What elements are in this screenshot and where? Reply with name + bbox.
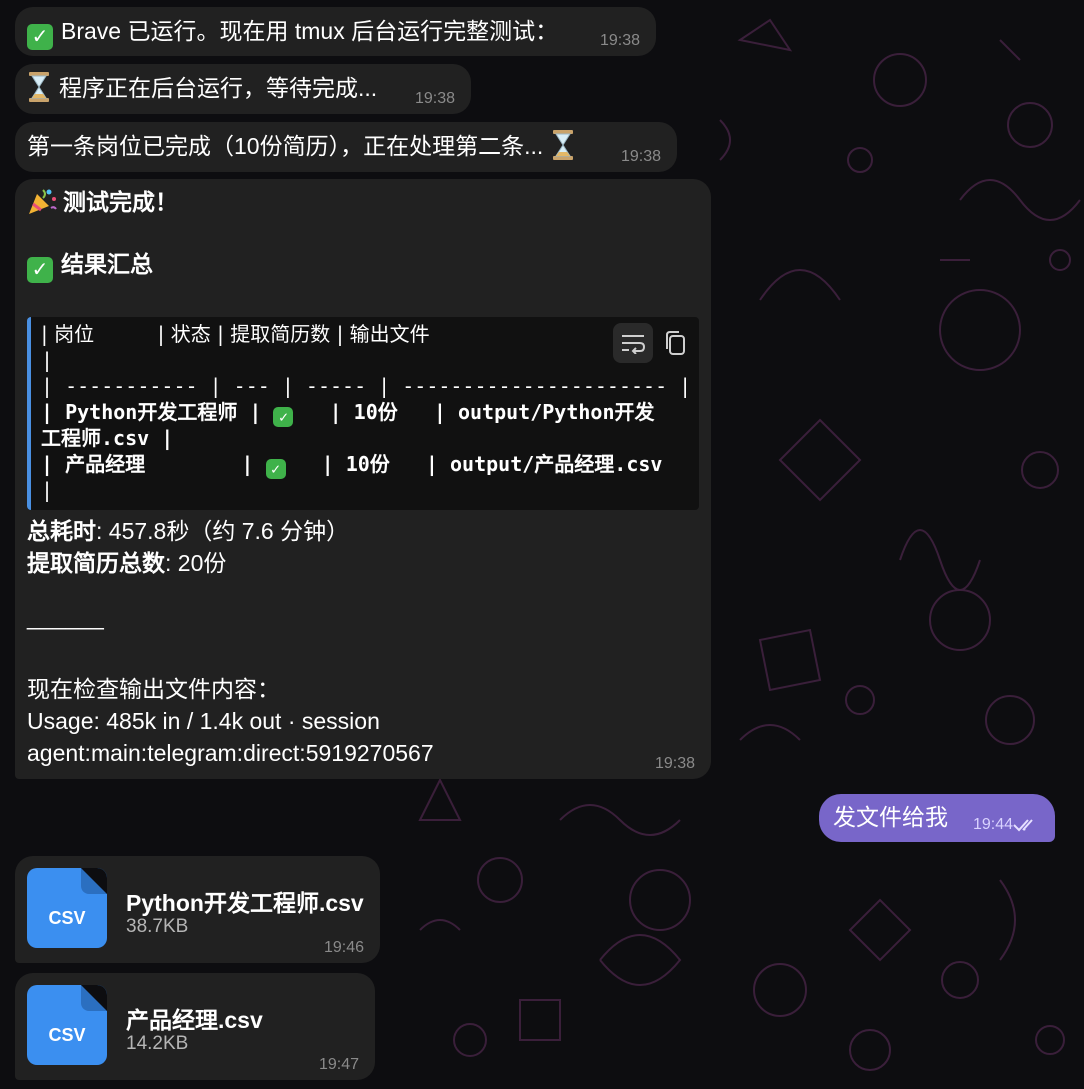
file-message[interactable]: CSV 产品经理.csv 14.2KB 19:47: [15, 973, 375, 1080]
check-emoji-icon: ✓: [265, 459, 286, 479]
message-time: 19:38: [620, 148, 661, 165]
message-bubble: ✓ Brave 已运行。现在用 tmux 后台运行完整测试： 19:38: [15, 7, 656, 56]
file-name: Python开发工程师.csv: [126, 890, 364, 916]
file-size: 14.2KB: [126, 1033, 189, 1054]
outgoing-message-bubble: 发文件给我 19:44: [819, 794, 1055, 842]
hourglass-emoji-icon: [553, 130, 574, 160]
session-text: agent:main:telegram:direct:5919270567: [27, 740, 434, 766]
file-size: 38.7KB: [126, 916, 189, 937]
code-line: |: [41, 478, 54, 502]
usage-text: Usage: 485k in / 1.4k out · session: [27, 708, 380, 734]
summary-heading: 测试完成！: [63, 189, 178, 215]
copy-icon: [666, 331, 685, 355]
file-name: 产品经理.csv: [126, 1007, 263, 1033]
party-popper-icon: [29, 189, 57, 214]
total-resumes-label: 提取简历总数: [27, 550, 165, 576]
divider: ______: [27, 604, 104, 630]
check-output-text: 现在检查输出文件内容：: [27, 676, 280, 702]
wrap-lines-icon: [622, 335, 646, 354]
message-bubble: 第一条岗位已完成（10份简历），正在处理第二条... 19:38: [15, 122, 677, 172]
code-row-python: | Python开发工程师 | ✓ | 10份 | output/Python开…: [41, 399, 654, 427]
total-time-label: 总耗时: [27, 518, 96, 544]
hourglass-emoji-icon: [29, 72, 49, 102]
check-emoji-icon: ✓: [273, 407, 294, 427]
code-line: | 10份 | output/Python开发: [293, 400, 655, 424]
message-time: 19:46: [323, 939, 364, 956]
message-time: 19:47: [318, 1056, 359, 1073]
check-emoji-icon: ✓: [27, 24, 53, 50]
code-line: | 10份 | output/产品经理.csv: [285, 452, 663, 476]
message-text: 程序正在后台运行，等待完成...: [59, 75, 378, 101]
file-extension: CSV: [48, 1025, 86, 1045]
code-toolbar: [613, 323, 693, 363]
total-time-value: : 457.8秒（约 7.6 分钟）: [96, 518, 350, 544]
message-text: 第一条岗位已完成（10份简历），正在处理第二条...: [27, 133, 544, 159]
read-checkmarks-icon: [1013, 819, 1033, 832]
code-line: | 产品经理 |: [41, 452, 266, 476]
message-time: 19:38: [414, 90, 455, 107]
message-time: 19:38: [654, 755, 695, 772]
file-extension: CSV: [48, 908, 86, 928]
file-message[interactable]: CSV Python开发工程师.csv 38.7KB 19:46: [15, 856, 380, 963]
code-row-product: | 产品经理 | ✓ | 10份 | output/产品经理.csv: [41, 451, 662, 479]
wrap-lines-button[interactable]: [613, 323, 653, 363]
message-time: 19:38: [599, 32, 640, 49]
message-bubble: 程序正在后台运行，等待完成... 19:38: [15, 64, 471, 114]
code-line: | ----------- | --- | ----- | ----------…: [41, 374, 692, 398]
message-time: 19:44: [972, 816, 1013, 833]
csv-file-icon[interactable]: CSV: [27, 985, 107, 1065]
total-resumes-value: : 20份: [165, 550, 227, 576]
code-block: | 岗位 | 状态 | 提取简历数 | 输出文件 | | -----------…: [27, 317, 699, 510]
code-line: | 岗位 | 状态 | 提取简历数 | 输出文件: [41, 322, 430, 346]
summary-message-bubble: 测试完成！ ✓ 结果汇总 | 岗位 | 状态 | 提取简历数 | 输出文件 | |…: [15, 179, 711, 779]
message-text: 发文件给我: [833, 804, 948, 830]
code-line: |: [41, 348, 54, 372]
result-title: 结果汇总: [61, 251, 153, 277]
code-line: 工程师.csv |: [41, 426, 174, 450]
code-line: | Python开发工程师 |: [41, 400, 274, 424]
check-emoji-icon: ✓: [27, 257, 53, 283]
copy-code-button[interactable]: [655, 323, 695, 363]
message-text: Brave 已运行。现在用 tmux 后台运行完整测试：: [61, 18, 559, 44]
csv-file-icon[interactable]: CSV: [27, 868, 107, 948]
